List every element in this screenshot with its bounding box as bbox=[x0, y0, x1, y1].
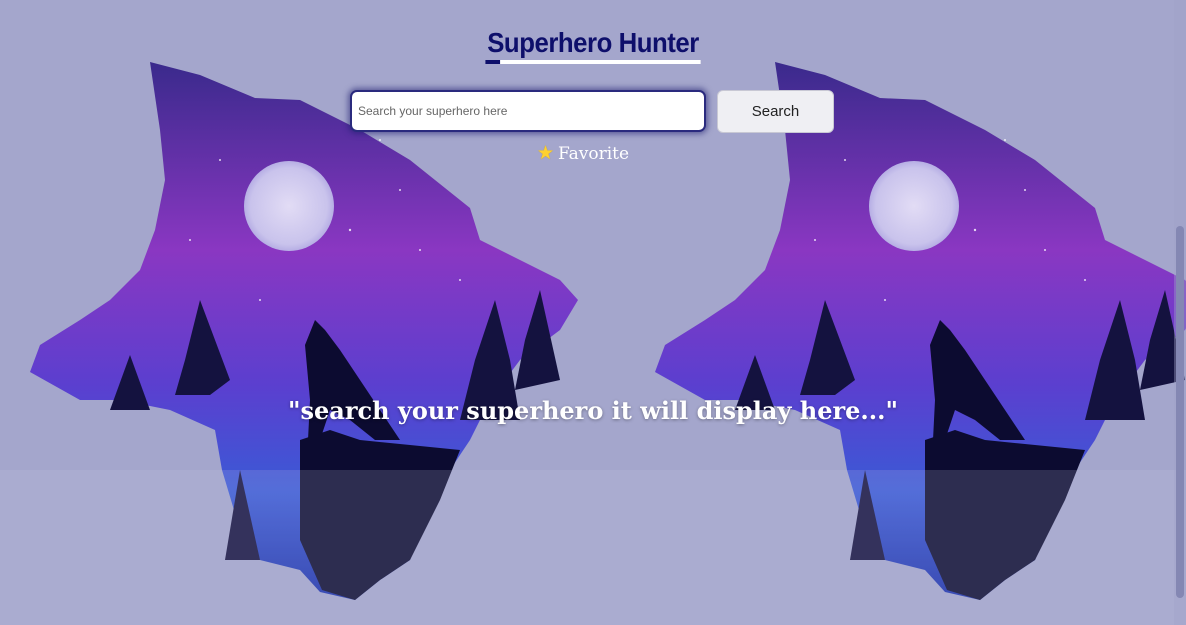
search-button[interactable]: Search bbox=[717, 90, 834, 133]
scrollbar-track[interactable] bbox=[1174, 0, 1186, 625]
star-icon: ★ bbox=[536, 142, 554, 164]
favorite-link[interactable]: ★ Favorite bbox=[0, 142, 1166, 164]
results-placeholder-text: "search your superhero it will display h… bbox=[288, 396, 898, 425]
favorite-label: Favorite bbox=[557, 144, 630, 164]
header: Superhero Hunter bbox=[0, 26, 1186, 64]
search-input[interactable] bbox=[350, 90, 706, 132]
page-title: Superhero Hunter bbox=[485, 26, 701, 64]
search-bar: Search bbox=[350, 90, 840, 134]
scrollbar-thumb[interactable] bbox=[1176, 226, 1184, 598]
